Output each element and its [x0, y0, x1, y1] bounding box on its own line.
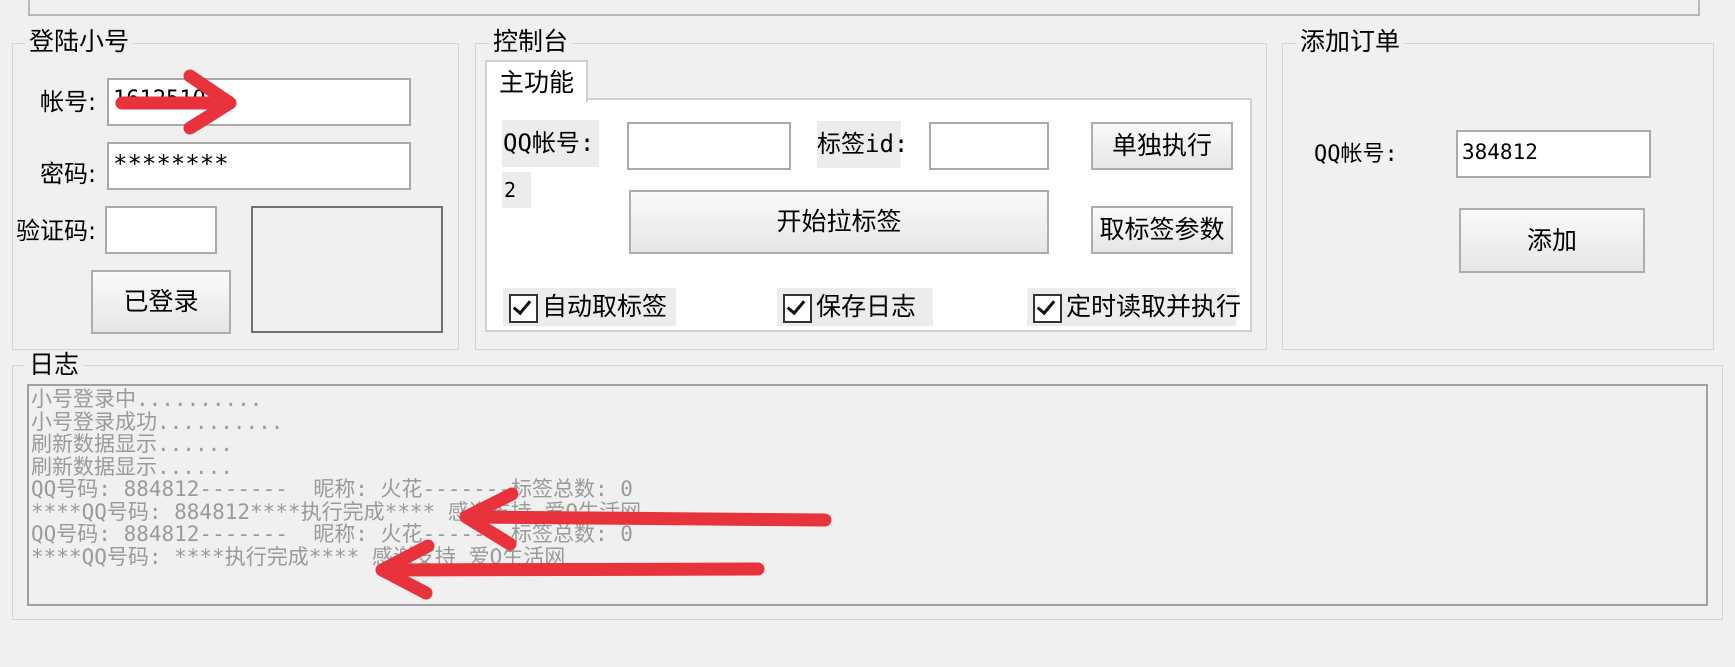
add-order-qq-label: QQ帐号: [1314, 142, 1398, 167]
console-group-legend: 控制台 [489, 28, 573, 56]
single-exec-button[interactable]: 单独执行 [1091, 122, 1233, 170]
start-tag-button[interactable]: 开始拉标签 [629, 190, 1049, 254]
login-button[interactable]: 已登录 [91, 270, 231, 334]
log-line: 小号登录中.......... [31, 387, 263, 411]
add-order-group [1282, 43, 1714, 350]
save-log-checkbox[interactable]: 保存日志 [777, 288, 933, 326]
auto-get-tags-label: 自动取标签 [542, 292, 668, 321]
log-group-legend: 日志 [25, 351, 84, 379]
log-line: ****QQ号码: 884812****执行完成**** 感谢支持 爱Q生活网 [31, 499, 642, 524]
login-group-legend: 登陆小号 [25, 28, 134, 56]
tag-id-input[interactable] [929, 122, 1049, 170]
console-stray-text: 2 [502, 172, 531, 208]
tab-main-function[interactable]: 主功能 [485, 60, 588, 102]
timed-exec-checkbox[interactable]: 定时读取并执行 [1027, 288, 1241, 326]
tag-id-label: 标签id: [817, 121, 908, 168]
account-label: 帐号: [40, 88, 97, 116]
auto-get-tags-checkbox[interactable]: 自动取标签 [503, 288, 676, 326]
add-order-group-legend: 添加订单 [1296, 28, 1405, 56]
captcha-label: 验证码: [16, 217, 97, 245]
password-label: 密码: [40, 160, 97, 188]
log-line: QQ号码: 884812------- 昵称: 火花-------标签总数: 0 [31, 477, 633, 501]
get-tag-params-button[interactable]: 取标签参数 [1091, 206, 1233, 254]
log-line: 刷新数据显示...... [31, 454, 233, 479]
timed-exec-label: 定时读取并执行 [1066, 292, 1242, 321]
log-line: 小号登录成功.......... [31, 409, 284, 434]
console-qq-input[interactable] [627, 122, 791, 170]
password-input[interactable]: ******** [107, 142, 411, 190]
log-line: ****QQ号码: ****执行完成**** 感谢支持 爱Q生活网 [31, 544, 566, 569]
log-line: QQ号码: 884812------- 昵称: 火花-------标签总数: 0 [31, 522, 633, 546]
captcha-input[interactable] [105, 206, 217, 254]
timed-exec-check-icon [1033, 293, 1062, 323]
auto-get-tags-check-icon [509, 293, 538, 323]
captcha-image-box [251, 206, 443, 333]
log-line: 刷新数据显示...... [31, 432, 233, 456]
save-log-label: 保存日志 [816, 292, 917, 321]
top-panel-edge [28, 0, 1700, 16]
console-qq-label: QQ帐号: [502, 120, 599, 167]
add-button[interactable]: 添加 [1459, 208, 1645, 273]
save-log-check-icon [783, 293, 812, 323]
log-textarea[interactable]: 小号登录中.......... 小号登录成功.......... 刷新数据显示.… [27, 384, 1708, 606]
account-input[interactable]: 16125101 [107, 78, 411, 126]
add-order-qq-input[interactable]: 384812 [1456, 130, 1651, 178]
